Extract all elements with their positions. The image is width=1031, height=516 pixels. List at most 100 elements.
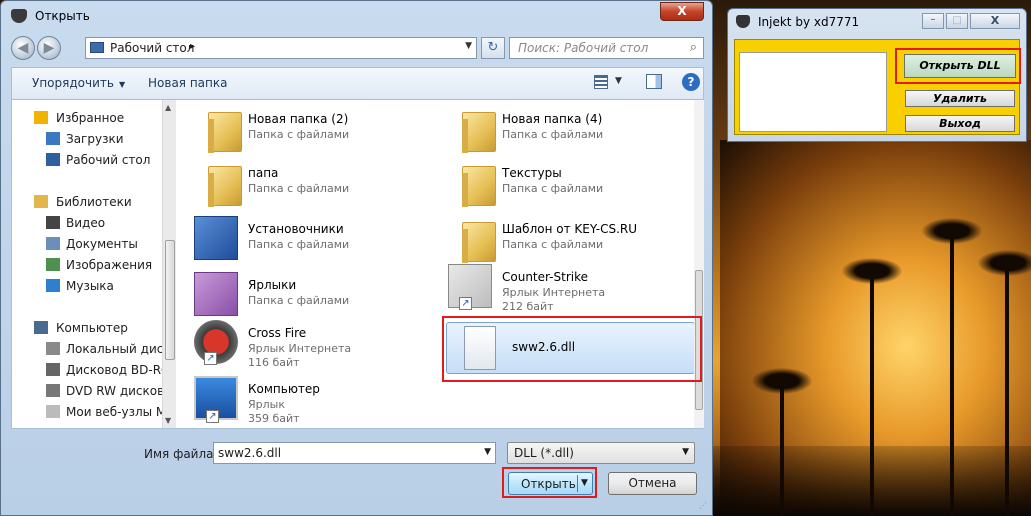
help-icon[interactable]: ? bbox=[682, 73, 700, 91]
search-input[interactable]: Поиск: Рабочий стол ⌕ bbox=[509, 37, 704, 59]
sidebar-item-label: Загрузки bbox=[66, 132, 124, 146]
dll-list[interactable] bbox=[739, 52, 887, 132]
sidebar-item[interactable]: Изображения bbox=[12, 255, 162, 275]
sidebar-item[interactable]: Документы bbox=[12, 234, 162, 254]
navigation-pane: Избранное Загрузки Рабочий стол Библиотеки В… bbox=[12, 100, 162, 428]
address-bar[interactable]: Рабочий стол ▸ ▼ bbox=[85, 37, 477, 59]
file-type-select[interactable]: DLL (*.dll) ▼ bbox=[507, 442, 695, 464]
sidebar-item[interactable]: Мои веб-узлы M bbox=[12, 402, 162, 422]
file-item[interactable]: Новая папка (4) Папка с файлами bbox=[438, 102, 688, 156]
scroll-up-icon[interactable]: ▲ bbox=[165, 103, 171, 112]
forward-button[interactable]: ▶ bbox=[37, 36, 61, 60]
refresh-button[interactable]: ↻ bbox=[481, 37, 505, 59]
file-type-value: DLL (*.dll) bbox=[514, 446, 574, 460]
sidebar-item[interactable]: Видео bbox=[12, 213, 162, 233]
desktop-icon bbox=[90, 42, 104, 53]
sidebar-item[interactable]: Музыка bbox=[12, 276, 162, 296]
view-dropdown-icon[interactable]: ▼ bbox=[615, 76, 622, 86]
view-options-icon[interactable] bbox=[594, 75, 608, 89]
file-item[interactable]: ↗ Cross Fire Ярлык Интернета 116 байт bbox=[184, 316, 434, 370]
address-dropdown-icon[interactable]: ▼ bbox=[465, 41, 472, 51]
pictures-icon bbox=[46, 258, 60, 271]
file-item[interactable]: ↗ Counter-Strike Ярлык Интернета 212 байт bbox=[438, 260, 688, 314]
sidebar-scroll-thumb[interactable] bbox=[165, 240, 175, 360]
address-location[interactable]: Рабочий стол bbox=[110, 41, 194, 55]
filename-input[interactable]: sww2.6.dll ▼ bbox=[213, 442, 496, 464]
close-button[interactable]: X bbox=[660, 2, 704, 21]
sidebar-item[interactable]: Библиотеки bbox=[12, 192, 162, 212]
file-size: 116 байт bbox=[248, 356, 300, 369]
shortcut-arrow-icon: ↗ bbox=[459, 297, 472, 310]
installer-folder-icon bbox=[194, 216, 238, 260]
injekt-close-button[interactable]: X bbox=[970, 13, 1020, 29]
minimize-button[interactable]: – bbox=[922, 13, 944, 29]
file-name: Ярлыки bbox=[248, 278, 297, 292]
sidebar-item[interactable]: Загрузки bbox=[12, 129, 162, 149]
organize-label: Упорядочить bbox=[32, 76, 114, 90]
remove-button[interactable]: Удалить bbox=[905, 90, 1015, 107]
cancel-button[interactable]: Отмена bbox=[608, 472, 697, 495]
sidebar-item-label: Рабочий стол bbox=[66, 153, 151, 167]
sidebar-item[interactable]: DVD RW дисково bbox=[12, 381, 162, 401]
palm-tree bbox=[950, 226, 954, 516]
music-icon bbox=[46, 279, 60, 292]
scroll-down-icon[interactable]: ▼ bbox=[165, 416, 171, 425]
organize-menu[interactable]: Упорядочить ▼ bbox=[32, 76, 125, 90]
sidebar-item[interactable]: Рабочий стол bbox=[12, 150, 162, 170]
sidebar-item-label: Избранное bbox=[56, 111, 125, 125]
maximize-button[interactable]: □ bbox=[946, 13, 968, 29]
desktop-icon bbox=[46, 153, 60, 166]
sidebar-item-label: Музыка bbox=[66, 279, 114, 293]
file-item[interactable]: Установочники Папка с файлами bbox=[184, 212, 434, 266]
dialog-titlebar[interactable]: Открыть X bbox=[1, 1, 712, 31]
file-item[interactable]: Новая папка (2) Папка с файлами bbox=[184, 102, 434, 156]
file-type: Папка с файлами bbox=[248, 238, 350, 251]
sidebar-item[interactable]: Избранное bbox=[12, 108, 162, 128]
breadcrumb-separator-icon[interactable]: ▸ bbox=[190, 41, 195, 52]
folder-icon bbox=[194, 106, 242, 153]
exit-button[interactable]: Выход bbox=[905, 115, 1015, 132]
sidebar-item[interactable]: Компьютер bbox=[12, 318, 162, 338]
file-item[interactable]: Текстуры Папка с файлами bbox=[438, 156, 688, 210]
file-item[interactable]: папа Папка с файлами bbox=[184, 156, 434, 210]
file-name: Новая папка (4) bbox=[502, 112, 603, 126]
resize-grip-icon[interactable]: ⋰ bbox=[699, 501, 707, 510]
sidebar-item[interactable]: Локальный диск bbox=[12, 339, 162, 359]
navigation-bar: ◀ ▶ Рабочий стол ▸ ▼ ↻ Поиск: Рабочий ст… bbox=[11, 35, 704, 61]
file-item[interactable]: Ярлыки Папка с файлами bbox=[184, 268, 434, 322]
highlight-box-dll-file bbox=[442, 316, 702, 382]
shortcuts-folder-icon bbox=[194, 272, 238, 316]
file-type: Папка с файлами bbox=[502, 182, 604, 195]
search-placeholder: Поиск: Рабочий стол bbox=[518, 41, 649, 55]
folder-images-icon bbox=[448, 160, 496, 207]
dialog-title: Открыть bbox=[35, 9, 90, 23]
shortcut-arrow-icon: ↗ bbox=[206, 410, 219, 423]
search-icon[interactable]: ⌕ bbox=[690, 40, 697, 55]
injekt-title: Injekt by xd7771 bbox=[758, 15, 860, 29]
folder-icon bbox=[448, 216, 496, 263]
file-name: Шаблон от KEY-CS.RU bbox=[502, 222, 638, 236]
crossfire-icon: ↗ bbox=[194, 320, 238, 365]
filename-value[interactable]: sww2.6.dll bbox=[218, 446, 281, 460]
sidebar-item-label: Изображения bbox=[66, 258, 153, 272]
filename-dropdown-icon[interactable]: ▼ bbox=[484, 447, 491, 457]
back-button[interactable]: ◀ bbox=[11, 36, 35, 60]
file-item[interactable]: ↗ Компьютер Ярлык 359 байт bbox=[184, 372, 434, 426]
file-name: Установочники bbox=[248, 222, 344, 236]
bd-drive-icon bbox=[46, 363, 60, 376]
highlight-box-open-button bbox=[502, 467, 597, 498]
downloads-icon bbox=[46, 132, 60, 145]
sidebar-item-label: Дисковод BD-RO bbox=[66, 363, 162, 377]
sidebar-scrollbar[interactable]: ▲ ▼ bbox=[162, 100, 176, 428]
sidebar-item-label: Компьютер bbox=[56, 321, 128, 335]
sidebar-item[interactable]: Дисковод BD-RO bbox=[12, 360, 162, 380]
preview-pane-icon[interactable] bbox=[646, 74, 662, 89]
file-name: Новая папка (2) bbox=[248, 112, 349, 126]
new-folder-button[interactable]: Новая папка bbox=[148, 76, 227, 90]
file-item[interactable]: Шаблон от KEY-CS.RU Папка с файлами bbox=[438, 212, 688, 266]
file-type-dropdown-icon[interactable]: ▼ bbox=[682, 447, 689, 457]
palm-crown bbox=[978, 250, 1031, 276]
documents-icon bbox=[46, 237, 60, 250]
computer-icon: ↗ bbox=[194, 376, 238, 423]
video-icon bbox=[46, 216, 60, 229]
